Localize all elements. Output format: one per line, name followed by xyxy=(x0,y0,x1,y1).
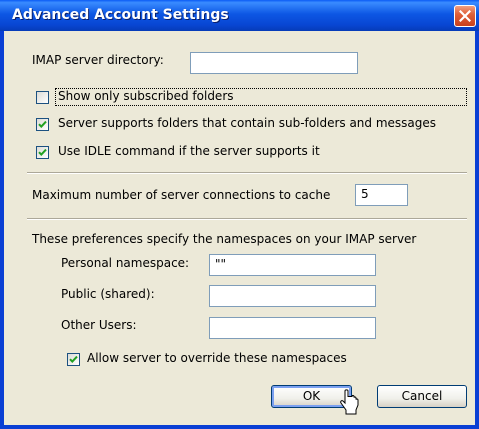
show-subscribed-checkbox[interactable] xyxy=(36,91,49,104)
cancel-button[interactable]: Cancel xyxy=(377,385,467,408)
dialog-window: Advanced Account Settings IMAP server di… xyxy=(0,0,479,429)
other-users-input[interactable] xyxy=(209,317,376,339)
show-subscribed-label[interactable]: Show only subscribed folders xyxy=(58,89,234,103)
public-namespace-input[interactable] xyxy=(209,285,376,307)
separator xyxy=(27,218,467,220)
namespaces-heading: These preferences specify the namespaces… xyxy=(32,232,417,246)
title-bar[interactable]: Advanced Account Settings xyxy=(0,0,479,31)
idle-command-checkbox[interactable] xyxy=(36,146,49,159)
separator xyxy=(27,172,467,174)
window-frame-bottom xyxy=(0,425,479,429)
subfolders-label[interactable]: Server supports folders that contain sub… xyxy=(58,116,436,130)
max-connections-input[interactable]: 5 xyxy=(355,184,408,206)
subfolders-checkbox[interactable] xyxy=(36,118,49,131)
personal-namespace-input[interactable]: "" xyxy=(209,254,376,276)
idle-command-label[interactable]: Use IDLE command if the server supports … xyxy=(58,144,320,158)
public-namespace-label: Public (shared): xyxy=(61,287,155,301)
checkmark-icon xyxy=(38,148,47,157)
checkmark-icon xyxy=(38,120,47,129)
window-title: Advanced Account Settings xyxy=(12,7,229,23)
checkmark-icon xyxy=(69,355,78,364)
personal-namespace-label: Personal namespace: xyxy=(61,256,190,270)
max-connections-label: Maximum number of server connections to … xyxy=(32,188,331,202)
allow-override-checkbox[interactable] xyxy=(67,353,80,366)
imap-directory-input[interactable] xyxy=(190,52,358,74)
close-button[interactable] xyxy=(454,5,476,27)
hand-pointer-icon xyxy=(340,389,359,415)
other-users-label: Other Users: xyxy=(61,318,137,332)
dialog-body: IMAP server directory: Show only subscri… xyxy=(4,31,475,425)
imap-directory-label: IMAP server directory: xyxy=(32,53,164,67)
close-icon xyxy=(459,10,471,22)
allow-override-label[interactable]: Allow server to override these namespace… xyxy=(87,351,347,365)
